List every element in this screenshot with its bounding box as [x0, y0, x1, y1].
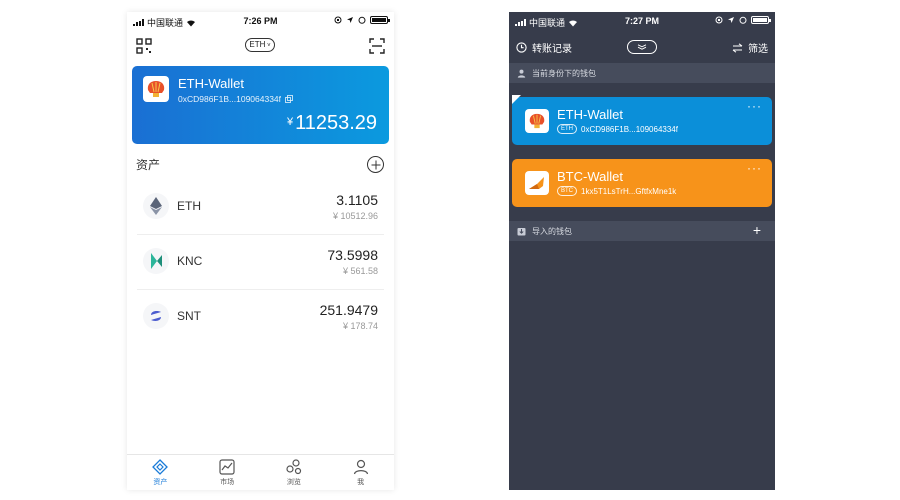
- battery-icon: [751, 16, 771, 24]
- lock-rotation-icon: [334, 16, 342, 24]
- wallet-address: 1kx5T1LsTrH...GftfxMne1k: [581, 186, 677, 196]
- tab-label: 资产: [153, 479, 168, 486]
- swap-arrows-icon: [732, 42, 743, 53]
- chain-tag: BTC: [557, 186, 577, 196]
- market-icon: [219, 459, 235, 475]
- asset-symbol: ETH: [177, 199, 201, 213]
- top-bar: ETH ˅: [127, 34, 394, 58]
- location-icon: [728, 17, 734, 23]
- section-title: 当前身份下的钱包: [532, 68, 596, 78]
- asset-row-snt[interactable]: SNT 251.9479 ¥ 178.74: [137, 290, 384, 345]
- asset-symbol: KNC: [177, 254, 203, 268]
- wallet-balance: ¥11253.29: [287, 112, 377, 135]
- currency-symbol: ¥: [286, 116, 294, 128]
- copy-icon[interactable]: [285, 95, 293, 103]
- snt-icon: [143, 303, 169, 329]
- shell-logo-icon: [529, 113, 545, 129]
- more-options-button[interactable]: ···: [747, 99, 762, 113]
- current-wallet-marker: [512, 95, 521, 104]
- qr-code-icon[interactable]: [136, 38, 152, 54]
- asset-amount: 3.1105: [336, 192, 378, 208]
- transfer-history-label: 转账记录: [532, 44, 572, 55]
- person-icon: [517, 69, 526, 78]
- alarm-icon: [739, 16, 747, 24]
- tab-bar: 资产 市场 浏览 我: [127, 454, 394, 490]
- eth-icon: [143, 193, 169, 219]
- balance-value: 11253.29: [295, 112, 377, 134]
- chevron-down-icon: ˅: [265, 43, 271, 49]
- network-selector[interactable]: ETH ˅: [245, 38, 275, 52]
- more-options-button[interactable]: ···: [747, 161, 762, 175]
- scan-icon[interactable]: [369, 38, 385, 54]
- tab-profile[interactable]: 我: [327, 455, 394, 490]
- tab-label: 市场: [220, 479, 235, 486]
- wallet-address: 0xCD986F1B...109064334f: [581, 124, 678, 134]
- profile-icon: [353, 459, 368, 475]
- asset-fiat-value: ¥ 178.74: [342, 321, 378, 331]
- double-chevron-icon: [637, 44, 647, 50]
- imported-wallets-section: 导入的钱包 +: [509, 221, 775, 241]
- wallet-list-screen: 中国联通 7:27 PM 转账记录 筛选 当前身份下的钱包 ETH-Wallet…: [509, 12, 775, 490]
- location-icon: [347, 17, 353, 23]
- status-bar: 中国联通 7:27 PM: [509, 12, 775, 32]
- filter-button[interactable]: 筛选: [732, 40, 768, 55]
- assets-screen: 中国联通 7:26 PM ETH ˅ ETH-Wallet 0xCD986F1B…: [127, 12, 394, 490]
- asset-fiat-value: ¥ 561.58: [342, 266, 378, 276]
- identity-wallets-section: 当前身份下的钱包: [509, 63, 775, 83]
- asset-row-knc[interactable]: KNC 73.5998 ¥ 561.58: [137, 235, 384, 290]
- wallet-name: BTC-Wallet: [557, 169, 623, 184]
- asset-amount: 73.5998: [327, 247, 378, 263]
- filter-label: 筛选: [748, 44, 768, 55]
- wallet-address: 0xCD986F1B...109064334f: [178, 94, 282, 104]
- shell-logo-icon: [147, 81, 165, 97]
- status-bar: 中国联通 7:26 PM: [127, 12, 394, 32]
- wallet-avatar: [525, 171, 549, 195]
- tab-assets[interactable]: 资产: [127, 455, 194, 490]
- add-wallet-button[interactable]: +: [753, 223, 761, 237]
- wallet-list-header: 转账记录 筛选: [509, 34, 775, 62]
- assets-title: 资产: [136, 158, 161, 172]
- eth-wallet-card[interactable]: ETH-Wallet ETH 0xCD986F1B...109064334f ·…: [512, 95, 772, 145]
- tab-market[interactable]: 市场: [194, 455, 261, 490]
- chain-tag: ETH: [557, 124, 577, 134]
- wallet-avatar: [143, 76, 169, 102]
- asset-fiat-value: ¥ 10512.96: [332, 211, 378, 221]
- asset-row-eth[interactable]: ETH 3.1105 ¥ 10512.96: [137, 180, 384, 235]
- browse-icon: [286, 459, 301, 475]
- transfer-history-button[interactable]: 转账记录: [516, 40, 572, 55]
- knc-icon: [143, 248, 169, 274]
- battery-icon: [370, 16, 390, 24]
- asset-symbol: SNT: [177, 309, 201, 323]
- lock-rotation-icon: [715, 16, 723, 24]
- asset-amount: 251.9479: [319, 302, 378, 318]
- alarm-icon: [358, 16, 366, 24]
- tab-label: 我: [357, 479, 365, 486]
- assets-icon: [152, 459, 169, 475]
- asset-list: ETH 3.1105 ¥ 10512.96 KNC 73.5998 ¥ 561.…: [127, 180, 394, 345]
- wallet-name: ETH-Wallet: [557, 107, 623, 122]
- tab-label: 浏览: [286, 479, 301, 486]
- btc-wallet-card[interactable]: BTC-Wallet BTC 1kx5T1LsTrH...GftfxMne1k …: [512, 159, 772, 207]
- wallet-name: ETH-Wallet: [178, 76, 244, 91]
- clock-icon: [516, 42, 527, 53]
- collapse-button[interactable]: [627, 40, 657, 54]
- import-icon: [517, 227, 526, 235]
- tab-browse[interactable]: 浏览: [261, 455, 328, 490]
- section-title: 导入的钱包: [532, 226, 572, 236]
- wallet-card[interactable]: ETH-Wallet 0xCD986F1B...109064334f ¥1125…: [132, 66, 389, 144]
- btc-wallet-logo-icon: [529, 177, 544, 189]
- add-asset-button[interactable]: [367, 156, 384, 173]
- network-label: ETH: [249, 40, 266, 49]
- wallet-avatar: [525, 109, 549, 133]
